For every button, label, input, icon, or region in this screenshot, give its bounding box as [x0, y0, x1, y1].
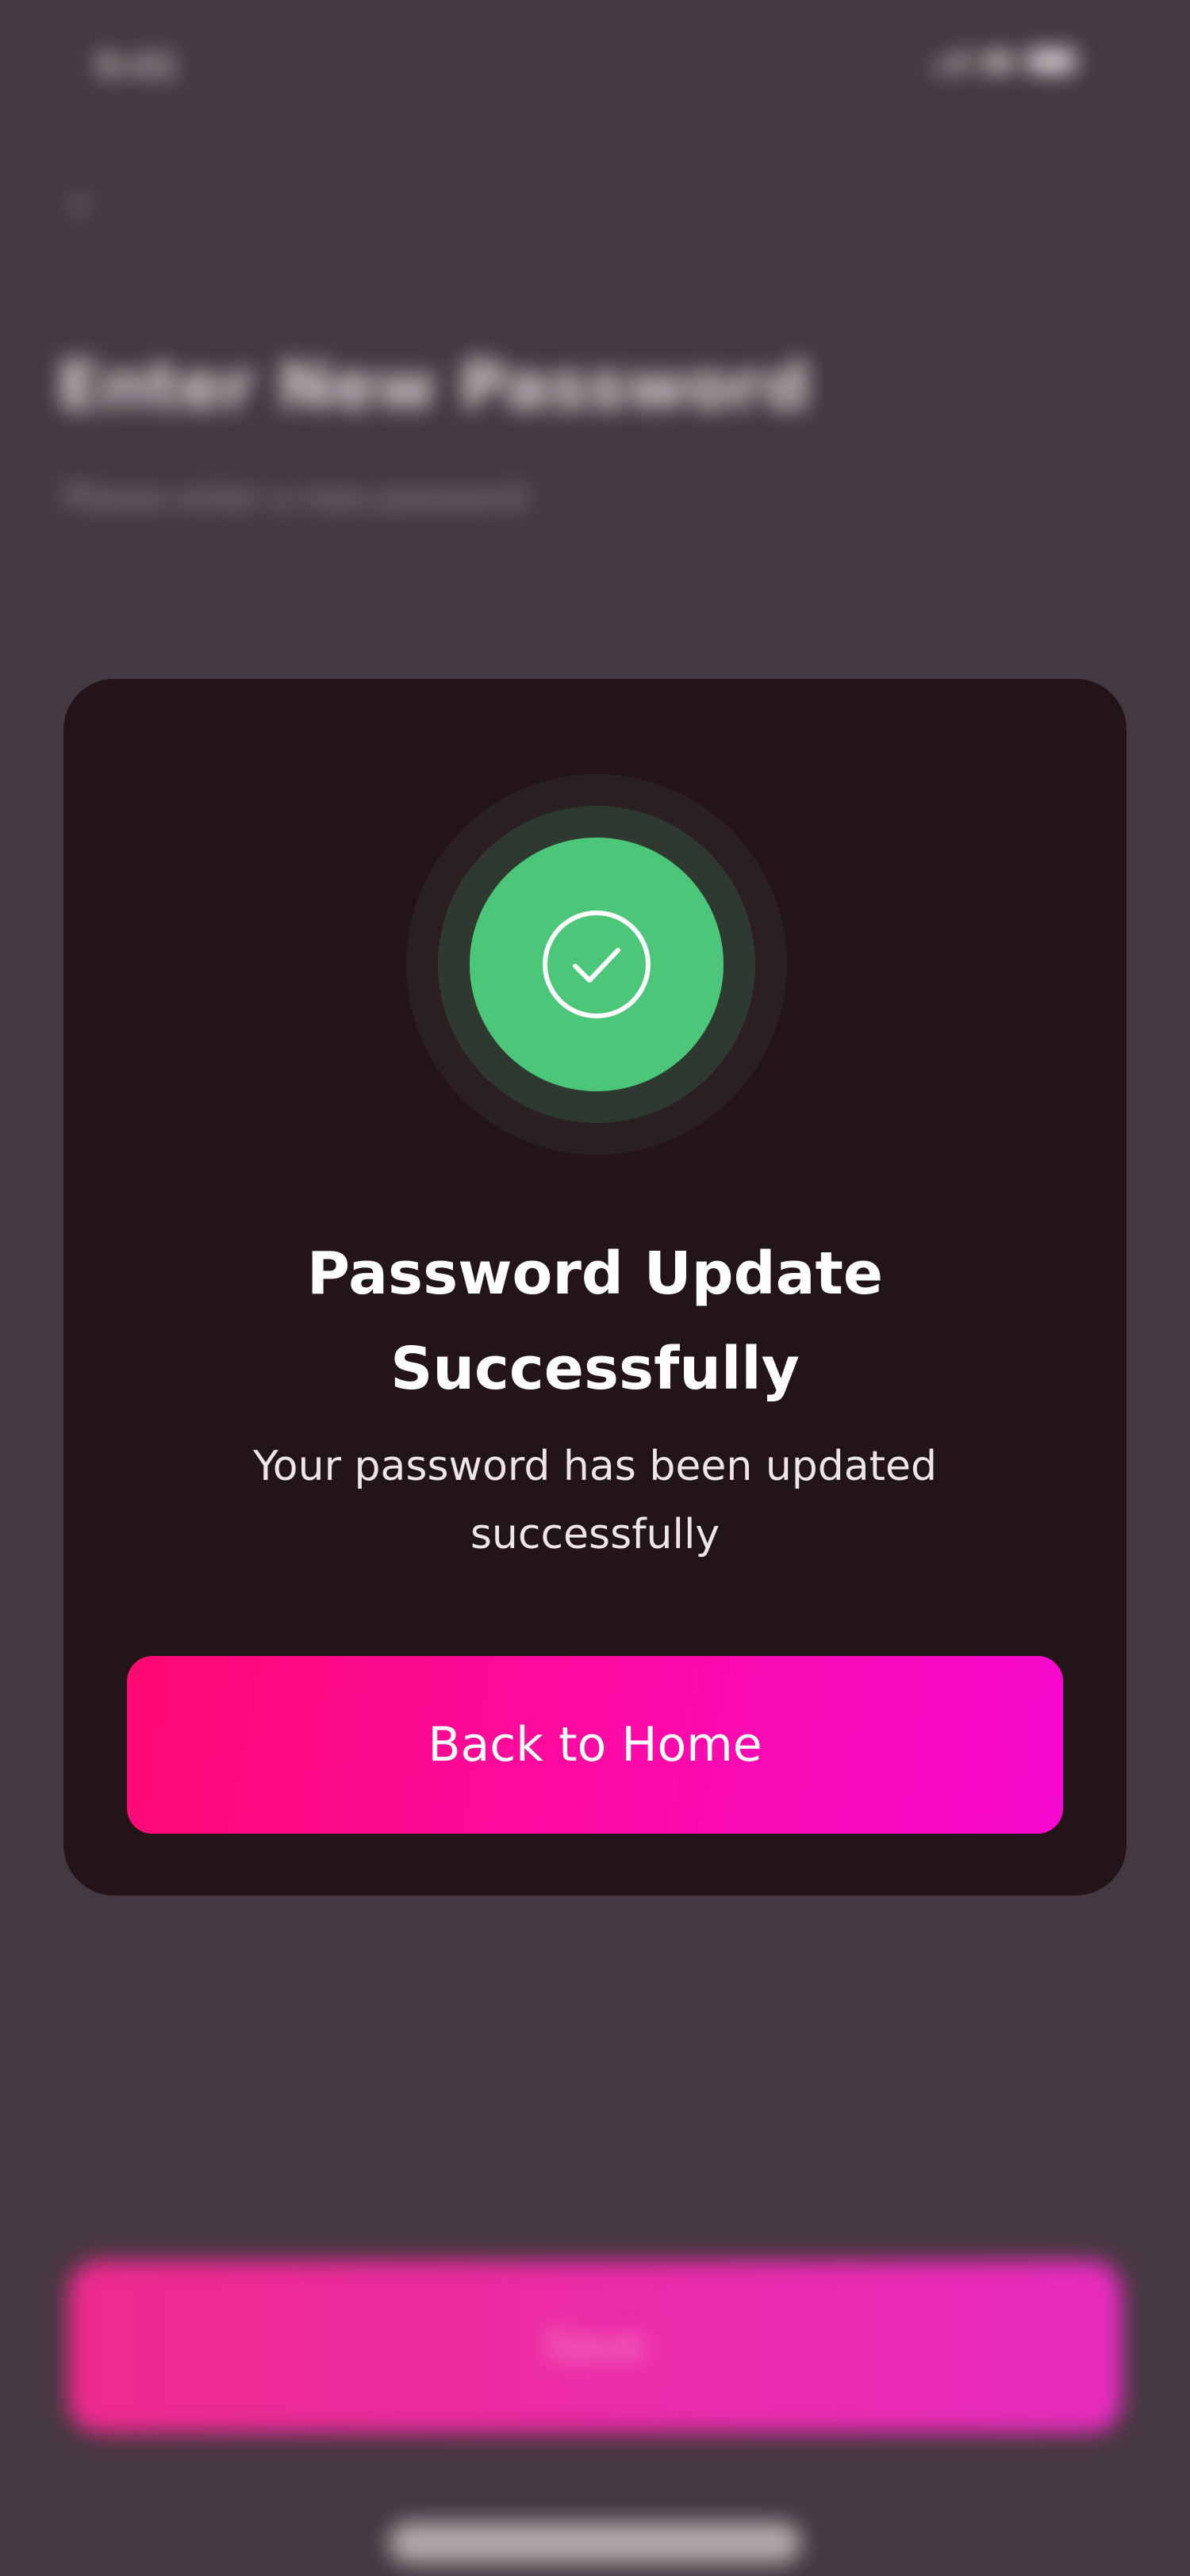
back-to-home-button[interactable]: Back to Home — [127, 1656, 1063, 1834]
page-title: Enter New Password — [57, 349, 810, 424]
modal-message: Your password has been updated successfu… — [252, 1443, 938, 1558]
home-indicator — [389, 2522, 801, 2563]
signal-icon — [932, 50, 969, 72]
save-button[interactable]: Save — [68, 2260, 1122, 2433]
modal-title: Password Update Successfully — [306, 1240, 884, 1403]
battery-icon — [1027, 49, 1076, 73]
success-modal: Password Update Successfully Your passwo… — [63, 679, 1127, 1896]
status-time: 9:41 — [95, 46, 178, 85]
status-icons — [932, 49, 1076, 73]
screen: 9:41 ‹ Enter New Password Please enter a… — [0, 0, 1190, 2576]
page-subtitle: Please enter a new password — [63, 480, 528, 516]
arrow-left-icon[interactable]: ‹ — [70, 178, 119, 228]
wifi-icon — [984, 51, 1012, 71]
check-circle-icon — [543, 910, 651, 1018]
